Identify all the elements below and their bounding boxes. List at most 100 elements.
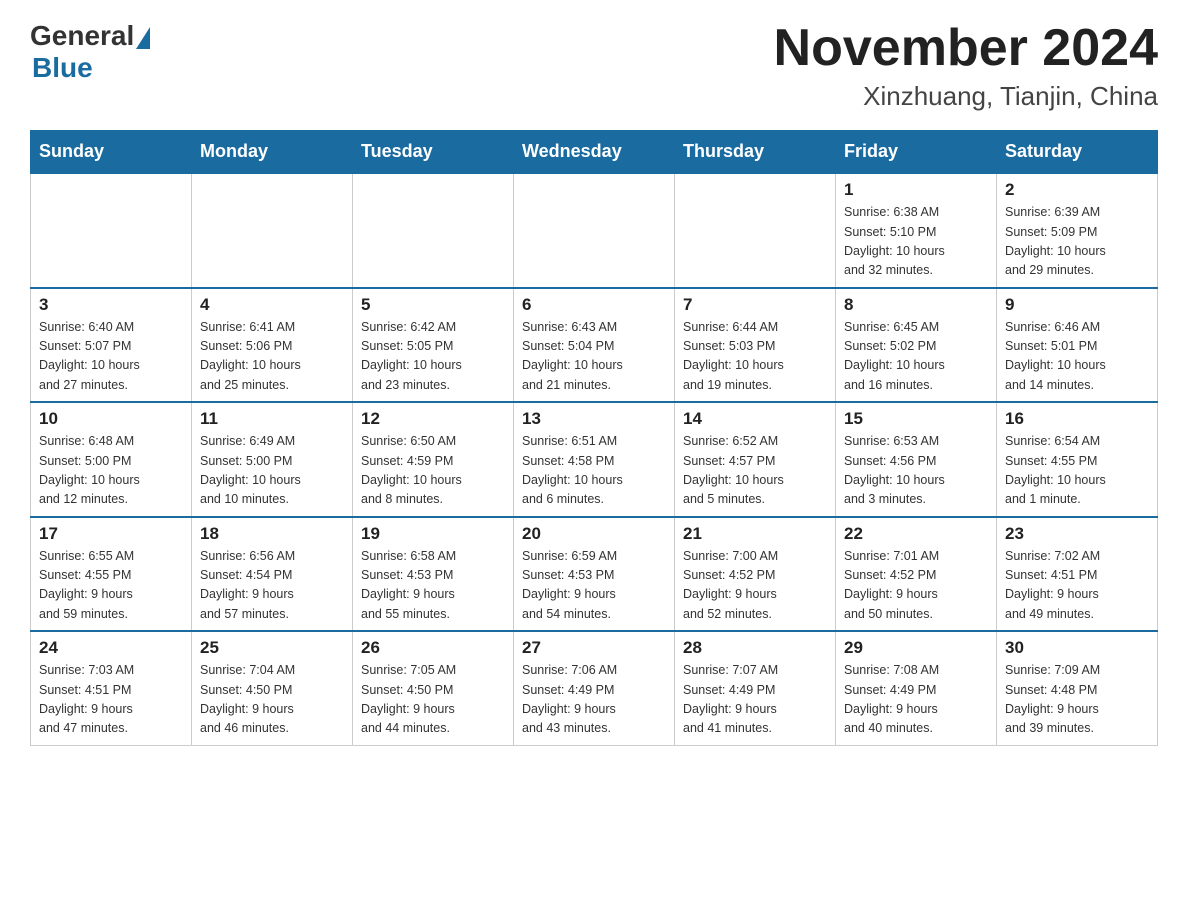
calendar-week-row: 3 Sunrise: 6:40 AM Sunset: 5:07 PM Daylig… <box>31 288 1158 403</box>
day-info: Sunrise: 7:04 AM Sunset: 4:50 PM Dayligh… <box>200 661 344 739</box>
location-subtitle: Xinzhuang, Tianjin, China <box>774 81 1158 112</box>
day-number: 26 <box>361 638 505 658</box>
day-info: Sunrise: 6:46 AM Sunset: 5:01 PM Dayligh… <box>1005 318 1149 396</box>
calendar-cell: 26 Sunrise: 7:05 AM Sunset: 4:50 PM Dayli… <box>353 631 514 745</box>
calendar-cell <box>675 173 836 288</box>
day-info: Sunrise: 7:06 AM Sunset: 4:49 PM Dayligh… <box>522 661 666 739</box>
calendar-table: SundayMondayTuesdayWednesdayThursdayFrid… <box>30 130 1158 746</box>
day-number: 29 <box>844 638 988 658</box>
day-info: Sunrise: 6:43 AM Sunset: 5:04 PM Dayligh… <box>522 318 666 396</box>
day-info: Sunrise: 6:49 AM Sunset: 5:00 PM Dayligh… <box>200 432 344 510</box>
day-number: 14 <box>683 409 827 429</box>
day-number: 11 <box>200 409 344 429</box>
day-number: 9 <box>1005 295 1149 315</box>
calendar-cell: 9 Sunrise: 6:46 AM Sunset: 5:01 PM Daylig… <box>997 288 1158 403</box>
day-number: 2 <box>1005 180 1149 200</box>
calendar-cell: 8Sunrise: 6:45 AM Sunset: 5:02 PM Daylig… <box>836 288 997 403</box>
day-number: 10 <box>39 409 183 429</box>
calendar-cell: 2 Sunrise: 6:39 AM Sunset: 5:09 PM Daylig… <box>997 173 1158 288</box>
calendar-cell: 25 Sunrise: 7:04 AM Sunset: 4:50 PM Dayli… <box>192 631 353 745</box>
calendar-cell <box>192 173 353 288</box>
calendar-cell: 12 Sunrise: 6:50 AM Sunset: 4:59 PM Dayli… <box>353 402 514 517</box>
day-info: Sunrise: 6:53 AM Sunset: 4:56 PM Dayligh… <box>844 432 988 510</box>
day-number: 17 <box>39 524 183 544</box>
day-info: Sunrise: 7:08 AM Sunset: 4:49 PM Dayligh… <box>844 661 988 739</box>
logo-general-text: General <box>30 20 134 52</box>
weekday-header-sunday: Sunday <box>31 131 192 174</box>
calendar-cell: 23 Sunrise: 7:02 AM Sunset: 4:51 PM Dayli… <box>997 517 1158 632</box>
day-number: 15 <box>844 409 988 429</box>
day-info: Sunrise: 7:02 AM Sunset: 4:51 PM Dayligh… <box>1005 547 1149 625</box>
month-year-title: November 2024 <box>774 20 1158 77</box>
day-number: 4 <box>200 295 344 315</box>
day-info: Sunrise: 6:48 AM Sunset: 5:00 PM Dayligh… <box>39 432 183 510</box>
calendar-week-row: 1 Sunrise: 6:38 AM Sunset: 5:10 PM Daylig… <box>31 173 1158 288</box>
day-info: Sunrise: 7:00 AM Sunset: 4:52 PM Dayligh… <box>683 547 827 625</box>
calendar-cell: 21Sunrise: 7:00 AM Sunset: 4:52 PM Dayli… <box>675 517 836 632</box>
calendar-cell: 19 Sunrise: 6:58 AM Sunset: 4:53 PM Dayli… <box>353 517 514 632</box>
day-info: Sunrise: 7:05 AM Sunset: 4:50 PM Dayligh… <box>361 661 505 739</box>
day-number: 23 <box>1005 524 1149 544</box>
day-info: Sunrise: 6:40 AM Sunset: 5:07 PM Dayligh… <box>39 318 183 396</box>
day-number: 24 <box>39 638 183 658</box>
calendar-cell <box>31 173 192 288</box>
title-section: November 2024 Xinzhuang, Tianjin, China <box>774 20 1158 112</box>
calendar-cell: 5Sunrise: 6:42 AM Sunset: 5:05 PM Daylig… <box>353 288 514 403</box>
weekday-header-wednesday: Wednesday <box>514 131 675 174</box>
day-info: Sunrise: 7:01 AM Sunset: 4:52 PM Dayligh… <box>844 547 988 625</box>
calendar-cell: 4Sunrise: 6:41 AM Sunset: 5:06 PM Daylig… <box>192 288 353 403</box>
weekday-header-friday: Friday <box>836 131 997 174</box>
calendar-cell: 18Sunrise: 6:56 AM Sunset: 4:54 PM Dayli… <box>192 517 353 632</box>
day-number: 28 <box>683 638 827 658</box>
calendar-cell <box>353 173 514 288</box>
day-number: 25 <box>200 638 344 658</box>
calendar-cell: 13 Sunrise: 6:51 AM Sunset: 4:58 PM Dayli… <box>514 402 675 517</box>
day-info: Sunrise: 6:50 AM Sunset: 4:59 PM Dayligh… <box>361 432 505 510</box>
day-number: 6 <box>522 295 666 315</box>
logo-blue-text: Blue <box>32 52 93 84</box>
calendar-cell: 28Sunrise: 7:07 AM Sunset: 4:49 PM Dayli… <box>675 631 836 745</box>
day-number: 7 <box>683 295 827 315</box>
calendar-cell: 1 Sunrise: 6:38 AM Sunset: 5:10 PM Daylig… <box>836 173 997 288</box>
calendar-cell <box>514 173 675 288</box>
calendar-week-row: 17 Sunrise: 6:55 AM Sunset: 4:55 PM Dayli… <box>31 517 1158 632</box>
day-number: 12 <box>361 409 505 429</box>
weekday-header-monday: Monday <box>192 131 353 174</box>
calendar-cell: 24 Sunrise: 7:03 AM Sunset: 4:51 PM Dayli… <box>31 631 192 745</box>
calendar-cell: 3 Sunrise: 6:40 AM Sunset: 5:07 PM Daylig… <box>31 288 192 403</box>
day-number: 1 <box>844 180 988 200</box>
weekday-header-tuesday: Tuesday <box>353 131 514 174</box>
calendar-cell: 7 Sunrise: 6:44 AM Sunset: 5:03 PM Daylig… <box>675 288 836 403</box>
day-info: Sunrise: 6:44 AM Sunset: 5:03 PM Dayligh… <box>683 318 827 396</box>
day-number: 19 <box>361 524 505 544</box>
day-info: Sunrise: 6:51 AM Sunset: 4:58 PM Dayligh… <box>522 432 666 510</box>
calendar-cell: 16Sunrise: 6:54 AM Sunset: 4:55 PM Dayli… <box>997 402 1158 517</box>
calendar-cell: 29 Sunrise: 7:08 AM Sunset: 4:49 PM Dayli… <box>836 631 997 745</box>
calendar-cell: 22Sunrise: 7:01 AM Sunset: 4:52 PM Dayli… <box>836 517 997 632</box>
day-number: 13 <box>522 409 666 429</box>
day-info: Sunrise: 6:39 AM Sunset: 5:09 PM Dayligh… <box>1005 203 1149 281</box>
day-info: Sunrise: 6:58 AM Sunset: 4:53 PM Dayligh… <box>361 547 505 625</box>
day-number: 8 <box>844 295 988 315</box>
calendar-cell: 20 Sunrise: 6:59 AM Sunset: 4:53 PM Dayli… <box>514 517 675 632</box>
day-info: Sunrise: 6:52 AM Sunset: 4:57 PM Dayligh… <box>683 432 827 510</box>
logo-triangle-icon <box>136 27 150 49</box>
calendar-cell: 27 Sunrise: 7:06 AM Sunset: 4:49 PM Dayli… <box>514 631 675 745</box>
day-number: 18 <box>200 524 344 544</box>
day-number: 20 <box>522 524 666 544</box>
calendar-cell: 30Sunrise: 7:09 AM Sunset: 4:48 PM Dayli… <box>997 631 1158 745</box>
day-number: 3 <box>39 295 183 315</box>
day-number: 30 <box>1005 638 1149 658</box>
calendar-week-row: 24 Sunrise: 7:03 AM Sunset: 4:51 PM Dayli… <box>31 631 1158 745</box>
day-info: Sunrise: 6:42 AM Sunset: 5:05 PM Dayligh… <box>361 318 505 396</box>
calendar-cell: 14 Sunrise: 6:52 AM Sunset: 4:57 PM Dayli… <box>675 402 836 517</box>
weekday-header-thursday: Thursday <box>675 131 836 174</box>
day-info: Sunrise: 6:55 AM Sunset: 4:55 PM Dayligh… <box>39 547 183 625</box>
calendar-week-row: 10 Sunrise: 6:48 AM Sunset: 5:00 PM Dayli… <box>31 402 1158 517</box>
day-info: Sunrise: 6:59 AM Sunset: 4:53 PM Dayligh… <box>522 547 666 625</box>
calendar-cell: 10 Sunrise: 6:48 AM Sunset: 5:00 PM Dayli… <box>31 402 192 517</box>
day-info: Sunrise: 6:54 AM Sunset: 4:55 PM Dayligh… <box>1005 432 1149 510</box>
day-info: Sunrise: 7:03 AM Sunset: 4:51 PM Dayligh… <box>39 661 183 739</box>
day-number: 27 <box>522 638 666 658</box>
day-info: Sunrise: 6:38 AM Sunset: 5:10 PM Dayligh… <box>844 203 988 281</box>
